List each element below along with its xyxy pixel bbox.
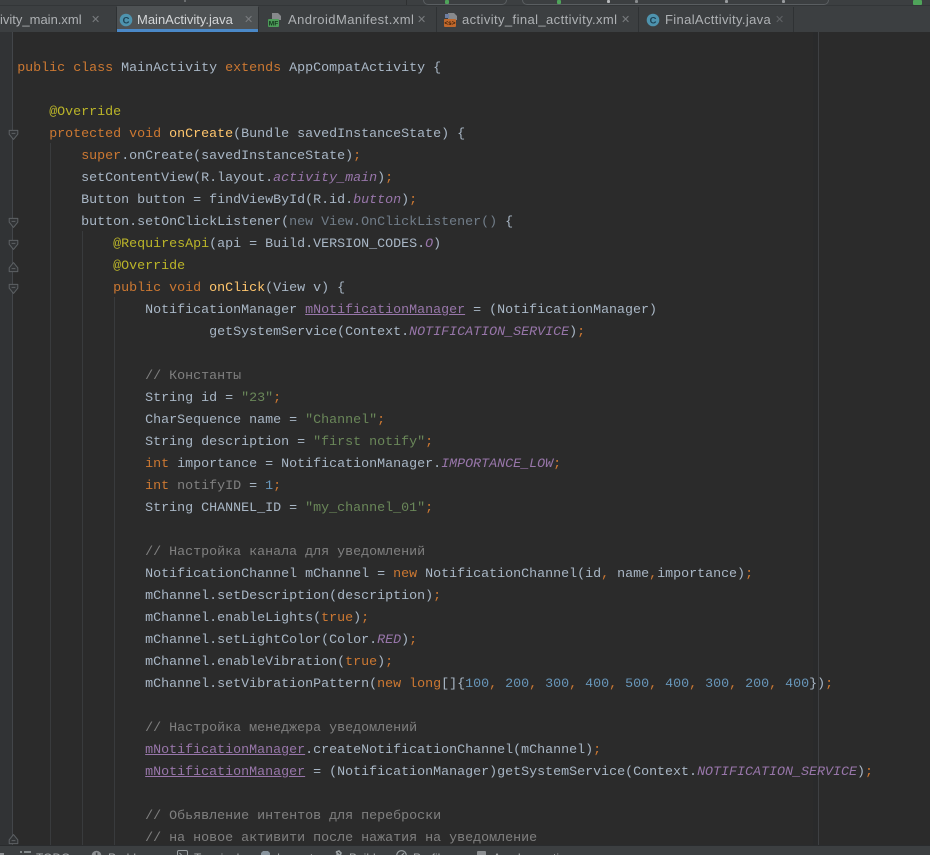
svg-text:C: C bbox=[650, 16, 657, 27]
svg-text:C: C bbox=[123, 16, 130, 27]
svg-text:<s>: <s> bbox=[444, 20, 455, 27]
svg-text:MF: MF bbox=[269, 20, 278, 27]
